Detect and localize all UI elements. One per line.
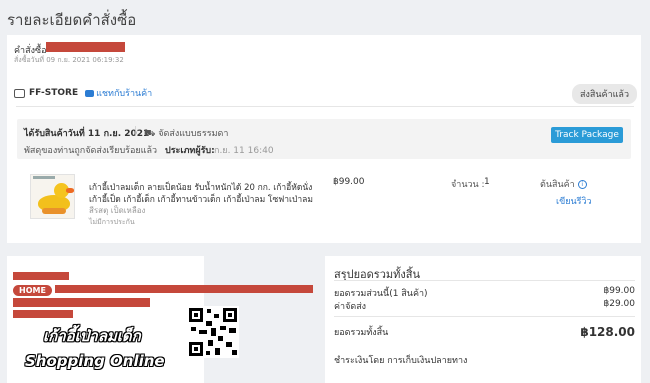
- duck-beak: [66, 188, 74, 193]
- qr-finder-tr-core: [228, 313, 232, 317]
- subtotal-value: ฿99.00: [603, 286, 636, 296]
- thumbnail-caption: [33, 176, 55, 179]
- redacted-order-number: [46, 42, 125, 52]
- shipping-box: ได้รับสินค้าวันที่ 11 ก.ย. 2021 | ⛟ จัดส…: [17, 119, 631, 159]
- product-variant: สีรสตุ เป็ดเหลือง: [89, 206, 146, 215]
- info-icon[interactable]: i: [577, 180, 587, 189]
- qr-module: [214, 314, 219, 318]
- qr-module: [229, 328, 236, 333]
- ship-method: ⛟ จัดส่งแบบธรรมดา: [144, 126, 228, 140]
- chat-icon: [85, 89, 95, 97]
- received-date: ได้รับสินค้าวันที่ 11 ก.ย. 2021: [24, 129, 150, 139]
- qr-module: [226, 342, 232, 347]
- qr-code: [187, 306, 239, 358]
- qr-module: [199, 330, 207, 334]
- qr-module: [232, 350, 237, 355]
- track-package-button[interactable]: Track Package: [551, 127, 623, 143]
- total-label: ยอดรวมทั้งสิ้น: [334, 328, 389, 338]
- store-name[interactable]: FF-STORE: [29, 88, 78, 98]
- qr-module: [207, 309, 211, 313]
- redacted-address-line1: [55, 285, 313, 293]
- subtotal-label: ยอดรวมส่วนนี้(1 สินค้า): [334, 289, 428, 299]
- summary-divider: [334, 316, 635, 317]
- subtotal-row: ยอดรวมส่วนนี้(1 สินค้า) ฿99.00: [334, 286, 635, 300]
- shipping-fee-label: ค่าจัดส่ง: [334, 302, 367, 312]
- shipping-fee-value: ฿29.00: [603, 299, 636, 309]
- truck-icon: ⛟: [144, 129, 156, 139]
- redacted-address-line3: [13, 310, 73, 318]
- home-badge: HOME: [13, 285, 52, 296]
- promo-subtitle: Shopping Online: [25, 352, 165, 370]
- qr-finder-tl-core: [194, 313, 198, 317]
- chat-label: แชทกับร้านค้า: [96, 89, 153, 99]
- divider: [16, 106, 634, 107]
- status-badge: ส่งสินค้าแล้ว: [572, 84, 637, 104]
- redacted-name: [13, 272, 69, 280]
- parcel-status: พัสดุของท่านถูกจัดส่งเรียบร้อยแล้ว: [24, 146, 158, 156]
- qr-module: [206, 321, 212, 326]
- summary-divider: [334, 280, 635, 281]
- product-status: ต้นสินค้า i: [540, 177, 587, 191]
- shipping-fee-row: ค่าจัดส่ง ฿29.00: [334, 299, 635, 313]
- warranty-note: ไม่มีการประกัน: [89, 218, 135, 226]
- quantity-value: 1: [484, 177, 490, 187]
- qr-module: [208, 340, 213, 346]
- page-title: รายละเอียดคำสั่งซื้อ: [7, 11, 137, 29]
- product-thumbnail[interactable]: [30, 174, 75, 219]
- total-value: ฿128.00: [580, 325, 635, 339]
- payment-method: ชำระเงินโดย การเก็บเงินปลายทาง: [334, 356, 468, 366]
- qr-module: [215, 348, 220, 355]
- promo-title: เก้าอี้เป่าลมเด็ก: [43, 327, 141, 345]
- ship-method-label: จัดส่งแบบธรรมดา: [158, 129, 229, 139]
- total-row: ยอดรวมทั้งสิ้น ฿128.00: [334, 325, 635, 339]
- qr-module: [220, 326, 226, 330]
- product-status-label: ต้นสินค้า: [540, 180, 575, 190]
- redacted-address-line2: [13, 298, 150, 307]
- payment-row: ชำระเงินโดย การเก็บเงินปลายทาง: [334, 353, 635, 367]
- store-icon: [14, 88, 25, 98]
- qr-module: [191, 327, 196, 331]
- quantity-label: จำนวน :: [451, 180, 485, 190]
- qr-finder-bl-core: [194, 347, 198, 351]
- product-price: ฿99.00: [333, 177, 365, 187]
- order-date: สั่งซื้อวันที่ 09 ก.ย. 2021 06:19:32: [14, 56, 124, 64]
- duck-seat: [42, 208, 66, 214]
- qr-module: [211, 328, 216, 336]
- qr-module: [206, 351, 210, 355]
- recipient-value: ก.ย. 11 16:40: [214, 146, 274, 156]
- store-row: FF-STORE แชทกับร้านค้า: [14, 86, 152, 100]
- separator: |: [134, 126, 138, 136]
- chat-with-store-link[interactable]: แชทกับร้านค้า: [85, 86, 152, 100]
- write-review-link[interactable]: เขียนรีวิว: [556, 194, 592, 208]
- qr-module: [218, 336, 223, 341]
- recipient-label: ประเภทผู้รับ:: [165, 146, 215, 156]
